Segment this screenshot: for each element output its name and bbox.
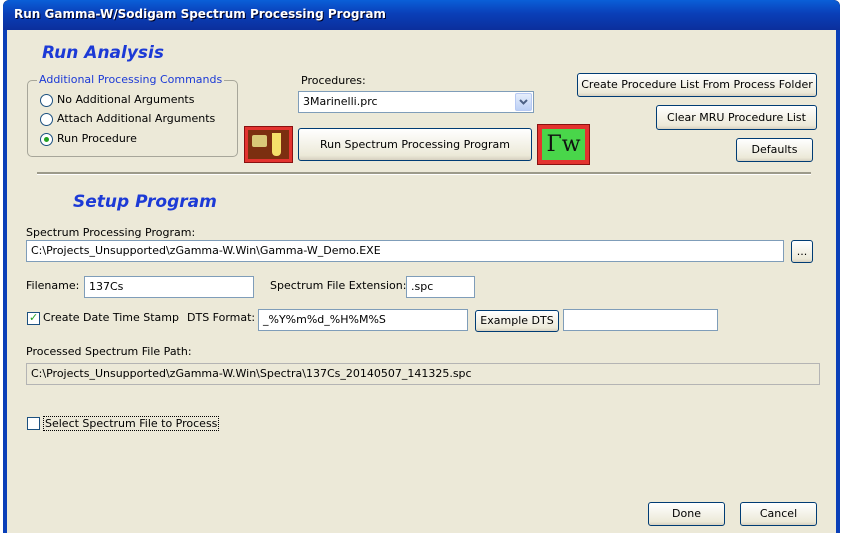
example-dts-output (563, 309, 718, 331)
spectrum-extension-input[interactable]: .spc (406, 276, 475, 298)
defaults-button[interactable]: Defaults (736, 138, 813, 162)
processed-path-output: C:\Projects_Unsupported\zGamma-W.Win\Spe… (26, 363, 820, 385)
spectrum-program-input[interactable]: C:\Projects_Unsupported\zGamma-W.Win\Gam… (26, 240, 784, 262)
run-spectrum-processing-button[interactable]: Run Spectrum Processing Program (298, 128, 532, 161)
radio-attach-additional-arguments-label[interactable]: Attach Additional Arguments (57, 112, 215, 125)
spectrum-program-label: Spectrum Processing Program: (26, 226, 196, 239)
cancel-button[interactable]: Cancel (740, 502, 817, 526)
chevron-down-icon (519, 99, 528, 105)
radio-run-procedure[interactable] (40, 133, 53, 146)
create-procedure-list-button[interactable]: Create Procedure List From Process Folde… (577, 73, 817, 97)
radio-run-procedure-label[interactable]: Run Procedure (57, 132, 137, 145)
window-title: Run Gamma-W/Sodigam Spectrum Processing … (14, 7, 386, 21)
example-dts-button[interactable]: Example DTS (475, 310, 559, 332)
create-dts-checkbox[interactable] (27, 311, 40, 325)
window-frame-right (836, 30, 840, 533)
spectrum-extension-label: Spectrum File Extension: (270, 279, 407, 292)
procedures-combobox[interactable]: 3Marinelli.prc (298, 91, 534, 113)
create-dts-label[interactable]: Create Date Time Stamp (43, 311, 179, 324)
processed-path-label: Processed Spectrum File Path: (26, 345, 192, 358)
select-spectrum-file-label[interactable]: Select Spectrum File to Process (43, 416, 220, 431)
radio-no-additional-arguments-label[interactable]: No Additional Arguments (57, 93, 194, 106)
radio-attach-additional-arguments[interactable] (40, 113, 53, 126)
dts-format-label: DTS Format: (187, 311, 256, 324)
radio-no-additional-arguments[interactable] (40, 94, 53, 107)
gamma-w-program-icon[interactable]: Γw (537, 124, 590, 165)
dts-format-input[interactable]: _%Y%m%d_%H%M%S (258, 309, 468, 331)
procedures-selected-value: 3Marinelli.prc (303, 95, 378, 108)
clear-mru-procedure-list-button[interactable]: Clear MRU Procedure List (656, 105, 817, 130)
filename-label: Filename: (26, 279, 80, 292)
select-spectrum-file-checkbox[interactable] (27, 417, 40, 430)
filename-input[interactable]: 137Cs (84, 276, 254, 298)
done-button[interactable]: Done (648, 502, 725, 526)
run-analysis-title: Run Analysis (42, 43, 164, 63)
sodigam-program-icon[interactable] (244, 126, 293, 163)
browse-program-button[interactable]: ... (791, 240, 813, 263)
procedures-label: Procedures: (301, 74, 366, 87)
gamma-w-logo-text: Γw (542, 129, 585, 160)
processing-commands-legend: Additional Processing Commands (37, 73, 225, 86)
procedures-dropdown-button[interactable] (515, 93, 532, 111)
section-divider (37, 172, 811, 175)
setup-program-title: Setup Program (73, 192, 217, 212)
